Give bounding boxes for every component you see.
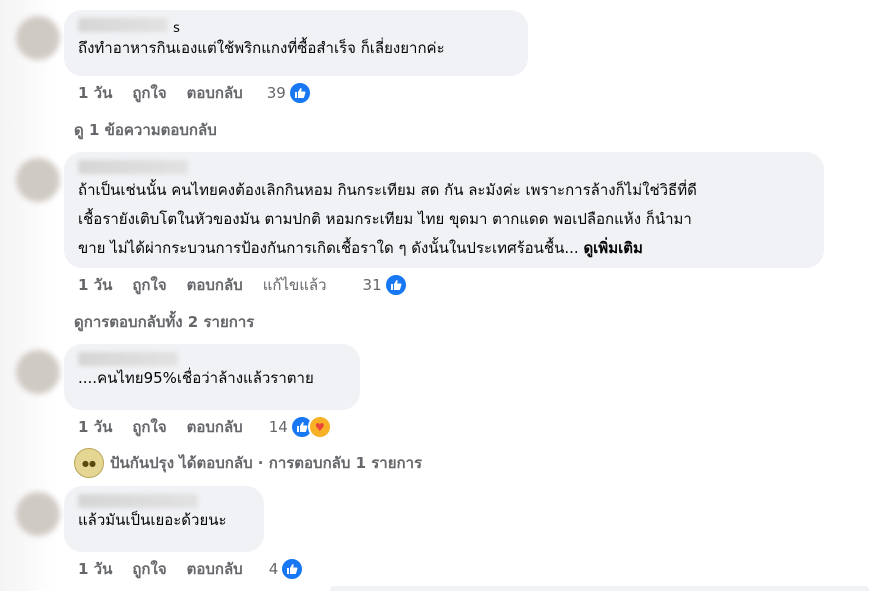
comment-text: แล้วมันเป็นเยอะด้วยนะ <box>78 511 227 529</box>
author-name-blurred[interactable] <box>78 352 178 366</box>
next-comment-bubble-edge <box>330 586 869 591</box>
avatar[interactable] <box>16 16 60 60</box>
comment-bubble: s ถึงทำอาหารกินเองแต่ใช้พริกแกงที่ซื้อสำ… <box>64 10 528 76</box>
reply-button[interactable]: ตอบกลับ <box>187 273 243 297</box>
like-button[interactable]: ถูกใจ <box>132 557 166 581</box>
time-link[interactable]: 1 วัน <box>78 415 112 439</box>
reaction-summary[interactable]: 4 <box>269 557 305 581</box>
edited-label: แก้ไขแล้ว <box>262 276 327 294</box>
like-button[interactable]: ถูกใจ <box>132 81 166 105</box>
author-name-blurred[interactable] <box>78 494 198 508</box>
author-name-blurred[interactable] <box>78 160 188 174</box>
like-icon <box>280 557 305 581</box>
like-button[interactable]: ถูกใจ <box>132 273 166 297</box>
reply-button[interactable]: ตอบกลับ <box>187 415 243 439</box>
comment-bubble: แล้วมันเป็นเยอะด้วยนะ <box>64 486 264 552</box>
avatar[interactable] <box>16 158 60 202</box>
comment-actions: 1 วัน ถูกใจ ตอบกลับ แก้ไขแล้ว 31 <box>78 273 408 297</box>
comment-text: ถึงทำอาหารกินเองแต่ใช้พริกแกงที่ซื้อสำเร… <box>78 39 445 57</box>
like-icon <box>287 81 312 105</box>
view-replies-link[interactable]: ดูการตอบกลับทั้ง 2 รายการ <box>74 310 254 334</box>
comment-text: ถ้าเป็นเช่นนั้น คนไทยคงต้องเลิกกินหอม กิ… <box>78 176 810 263</box>
care-icon: ♥ <box>307 415 332 439</box>
time-link[interactable]: 1 วัน <box>78 273 112 297</box>
comment-actions: 1 วัน ถูกใจ ตอบกลับ 14 ♥ <box>78 415 332 439</box>
comment-text: ....คนไทย95%เชื่อว่าล้างแล้วราตาย <box>78 369 314 387</box>
reaction-count: 14 <box>268 418 288 436</box>
reply-summary-text: ปันกันปรุง ได้ตอบกลับ · การตอบกลับ 1 ราย… <box>110 454 423 472</box>
time-link[interactable]: 1 วัน <box>78 81 112 105</box>
see-more-link[interactable]: ดูเพิ่มเติม <box>583 239 642 257</box>
time-link[interactable]: 1 วัน <box>78 557 112 581</box>
comment-bubble: ถ้าเป็นเช่นนั้น คนไทยคงต้องเลิกกินหอม กิ… <box>64 152 824 268</box>
author-name-blurred[interactable] <box>78 18 168 32</box>
comment-actions: 1 วัน ถูกใจ ตอบกลับ 39 <box>78 81 312 105</box>
comment-actions: 1 วัน ถูกใจ ตอบกลับ 4 <box>78 557 305 581</box>
like-icon <box>383 273 408 297</box>
reaction-count: 4 <box>268 560 279 578</box>
reaction-count: 39 <box>266 84 286 102</box>
reaction-count: 31 <box>362 276 382 294</box>
reaction-summary[interactable]: 31 <box>363 273 408 297</box>
like-button[interactable]: ถูกใจ <box>132 415 166 439</box>
reply-button[interactable]: ตอบกลับ <box>187 557 243 581</box>
reply-button[interactable]: ตอบกลับ <box>187 81 243 105</box>
comment-bubble: ....คนไทย95%เชื่อว่าล้างแล้วราตาย <box>64 344 360 410</box>
page-avatar: ●● <box>74 448 104 478</box>
view-replies-link[interactable]: ดู 1 ข้อความตอบกลับ <box>74 118 217 142</box>
avatar[interactable] <box>16 350 60 394</box>
author-name-visible: s <box>173 21 180 36</box>
reaction-summary[interactable]: 39 <box>267 81 312 105</box>
reply-summary[interactable]: ●● ปันกันปรุง ได้ตอบกลับ · การตอบกลับ 1 … <box>74 448 422 478</box>
reaction-summary[interactable]: 14 ♥ <box>269 415 332 439</box>
avatar[interactable] <box>16 492 60 536</box>
